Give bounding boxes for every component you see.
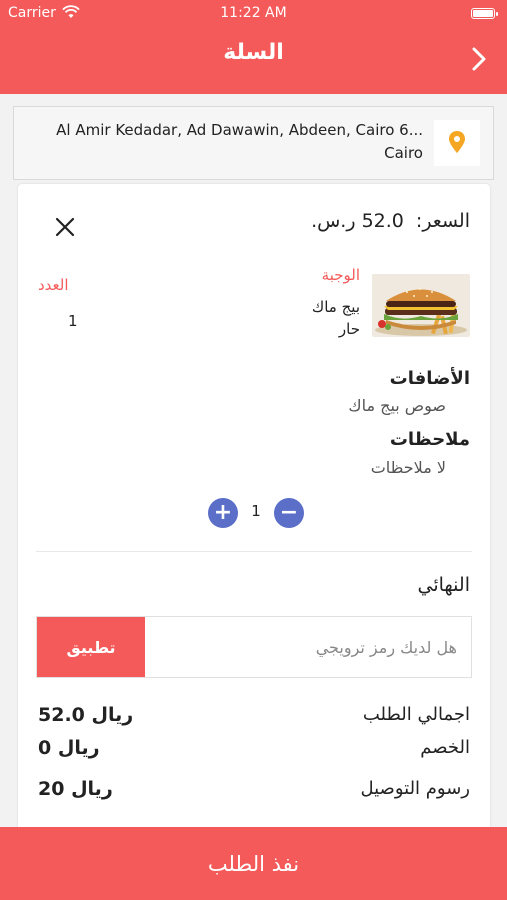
meal-label: الوجبة bbox=[321, 266, 360, 284]
order-total-row: اجمالي الطلب 52.0 ريال bbox=[38, 704, 470, 730]
addons-title: الأضافات bbox=[389, 368, 470, 389]
battery-icon bbox=[471, 8, 498, 19]
notes-value: لا ملاحظات bbox=[370, 458, 446, 477]
discount-label: الخصم bbox=[420, 737, 470, 758]
checkout-button[interactable]: نفذ الطلب bbox=[0, 827, 507, 900]
location-pin-icon bbox=[434, 120, 480, 166]
address-line-2: Cairo bbox=[384, 144, 423, 162]
item-price: السعر: 52.0 ر.س. bbox=[311, 210, 470, 232]
increase-quantity-button[interactable]: + bbox=[208, 498, 238, 528]
decrease-quantity-button[interactable]: − bbox=[274, 498, 304, 528]
meal-name-line-2: حار bbox=[338, 320, 360, 338]
order-total-value: 52.0 ريال bbox=[38, 704, 134, 726]
addons-value: صوص بيج ماك bbox=[348, 396, 446, 415]
discount-row: الخصم 0 ريال bbox=[38, 737, 470, 763]
page-title: السلة bbox=[223, 40, 284, 65]
promo-code-box: تطبيق bbox=[36, 616, 472, 678]
stepper-count: 1 bbox=[251, 502, 261, 520]
order-total-label: اجمالي الطلب bbox=[362, 704, 470, 725]
status-bar: Carrier 11:22 AM bbox=[0, 5, 507, 25]
quantity-value: 1 bbox=[68, 312, 78, 330]
delivery-fee-label: رسوم التوصيل bbox=[360, 778, 470, 799]
cart-item-card: السعر: 52.0 ر.س. الوجبة بيج ماك حار العد… bbox=[18, 184, 490, 844]
promo-code-input[interactable] bbox=[151, 617, 471, 677]
address-text: Al Amir Kedadar, Ad Dawawin, Abdeen, Cai… bbox=[23, 119, 423, 165]
divider bbox=[36, 551, 472, 552]
delivery-address[interactable]: Al Amir Kedadar, Ad Dawawin, Abdeen, Cai… bbox=[13, 106, 494, 180]
app-header: Carrier 11:22 AM السلة bbox=[0, 0, 507, 94]
discount-value: 0 ريال bbox=[38, 737, 100, 759]
quantity-label: العدد bbox=[38, 276, 69, 294]
notes-title: ملاحظات bbox=[389, 429, 470, 450]
quantity-stepper: + 1 − bbox=[208, 498, 304, 528]
meal-name-line-1: بيج ماك bbox=[311, 298, 360, 316]
clock: 11:22 AM bbox=[220, 5, 287, 21]
summary-title: النهائي bbox=[417, 574, 470, 596]
delivery-fee-row: رسوم التوصيل 20 ريال bbox=[38, 778, 470, 804]
meal-name: بيج ماك حار bbox=[220, 296, 360, 340]
apply-promo-button[interactable]: تطبيق bbox=[37, 617, 145, 677]
address-line-1: Al Amir Kedadar, Ad Dawawin, Abdeen, Cai… bbox=[56, 121, 423, 139]
meal-image bbox=[372, 274, 470, 337]
back-chevron-icon[interactable] bbox=[471, 46, 487, 72]
price-label: السعر: bbox=[415, 210, 470, 232]
remove-item-icon[interactable] bbox=[54, 216, 76, 238]
delivery-fee-value: 20 ريال bbox=[38, 778, 113, 800]
price-value: 52.0 ر.س. bbox=[311, 210, 404, 232]
